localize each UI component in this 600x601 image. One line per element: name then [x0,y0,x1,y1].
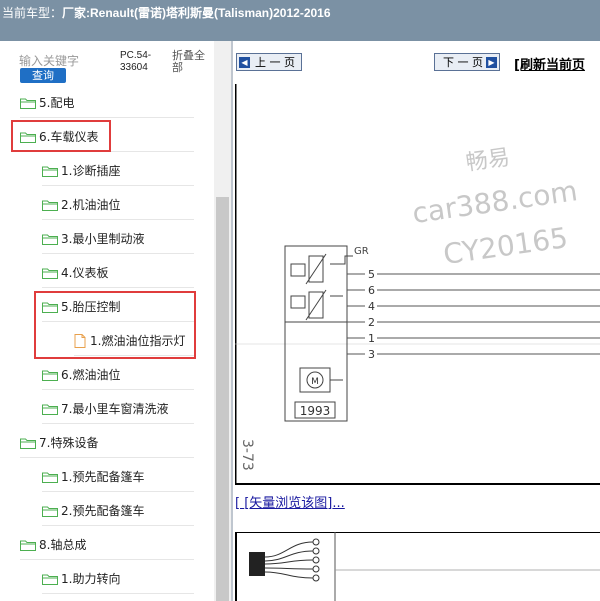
tree-item-label: 1.预先配备篷车 [61,470,145,484]
tree-item-separator [20,559,194,560]
tree-item-separator [42,423,194,424]
pin-label: 3 [368,348,375,361]
tree-item-label: 2.机油油位 [61,198,121,212]
folder-icon [42,368,61,382]
tree-item-label: 4.仪表板 [61,266,109,280]
tree-item-label: 3.最小里制动液 [61,232,145,246]
tree-item[interactable]: 2.机油油位 [42,190,194,220]
folder-icon [42,504,61,518]
tree-item-label: 1.助力转向 [61,572,121,586]
folder-icon [20,96,39,110]
tree-item-label: 2.预先配备篷车 [61,504,145,518]
refresh-page-link[interactable]: [刷新当前页 [514,54,585,73]
tree-item[interactable]: 3.最小里制动液 [42,224,194,254]
tree-item-separator [42,593,194,594]
pin-label: 2 [368,316,375,329]
current-model: 当前车型：厂家:Renault(雷诺)塔利斯曼(Talisman)2012-20… [2,4,331,21]
pin-label: 6 [368,284,375,297]
search-input[interactable] [19,51,117,69]
component-code: 1993 [300,404,331,418]
tree-item[interactable]: 7.特殊设备 [20,428,194,458]
vector-view-label: [矢量浏览该图] [244,496,333,511]
left-arrow-icon: ◀ [239,57,250,68]
tree-item-separator [20,117,194,118]
right-panel: ◀ 上 一 页 下 一 页 ▶ [刷新当前页 畅易 car388.com CY2… [233,41,600,601]
tree-item-label: 1.诊断插座 [61,164,121,178]
next-page-button[interactable]: 下 一 页 ▶ [434,53,500,71]
tree-item[interactable]: 1.助力转向 [42,564,194,594]
tree-item-separator [42,389,194,390]
tree-item-label: 8.轴总成 [39,538,87,552]
pin-label: 5 [368,268,375,281]
tree-item-label: 7.最小里车窗清洗液 [61,402,169,416]
tree-item-separator [42,185,194,186]
vector-view-open: [ [235,496,245,511]
vector-view-link[interactable]: [ [矢量浏览该图]... [235,492,345,511]
folder-icon [42,266,61,280]
tree-scroll-thumb[interactable] [216,197,229,601]
folder-icon [42,470,61,484]
tree-item-separator [20,457,194,458]
next-page-label: 下 一 页 [443,56,483,69]
collapse-all-button[interactable]: 折叠全部 [172,50,212,74]
pc-code: PC.54-33604 [120,50,152,73]
page-reference: 3-73 [239,439,255,471]
folder-icon [42,198,61,212]
tree-item[interactable]: 7.最小里车窗清洗液 [42,394,194,424]
folder-icon [20,538,39,552]
query-button[interactable]: 查询 [20,68,66,83]
tree-item-separator [42,287,194,288]
tree-item-separator [42,219,194,220]
tree-item-separator [42,525,194,526]
folder-icon [42,402,61,416]
wiring-diagram: 畅易 car388.com CY20165 M 1993 GR 564213 3… [235,84,600,529]
tree-item-label: 5.配电 [39,96,75,110]
tree-item[interactable]: 8.轴总成 [20,530,194,560]
tree-item[interactable]: 4.仪表板 [42,258,194,288]
folder-icon [42,232,61,246]
diagram-frame-left [235,84,237,484]
connector-plug-icon [249,552,265,576]
tree-item[interactable]: 6.燃油油位 [42,360,194,390]
current-model-label: 厂家:Renault(雷诺)塔利斯曼(Talisman)2012-2016 [62,6,331,20]
pin-label: 4 [368,300,375,313]
current-model-prefix: 当前车型： [2,6,63,20]
folder-icon [42,572,61,586]
pin-label: 1 [368,332,375,345]
prev-page-label: 上 一 页 [255,56,295,69]
motor-label: M [311,377,319,387]
tree-item-separator [42,491,194,492]
tree-item[interactable]: 1.预先配备篷车 [42,462,194,492]
vector-view-trail: ... [332,496,345,511]
connector-diagram [235,532,600,601]
left-panel: 查询 PC.54-33604 折叠全部 5.配电6.车载仪表1.诊断插座2.机油… [0,41,231,601]
wire-color-label: GR [354,246,369,257]
highlight-box-tpms [34,291,196,359]
tree-item-label: 6.燃油油位 [61,368,121,382]
tree-item[interactable]: 5.配电 [20,88,194,118]
folder-icon [20,436,39,450]
folder-icon [42,164,61,178]
tree-item-label: 7.特殊设备 [39,436,99,450]
prev-page-button[interactable]: ◀ 上 一 页 [236,53,302,71]
title-bar: 当前车型：厂家:Renault(雷诺)塔利斯曼(Talisman)2012-20… [0,0,600,41]
right-arrow-icon: ▶ [486,57,497,68]
highlight-box-instruments [11,120,111,152]
tree-item-separator [42,253,194,254]
tree-item[interactable]: 1.诊断插座 [42,156,194,186]
tree-item[interactable]: 2.预先配备篷车 [42,496,194,526]
